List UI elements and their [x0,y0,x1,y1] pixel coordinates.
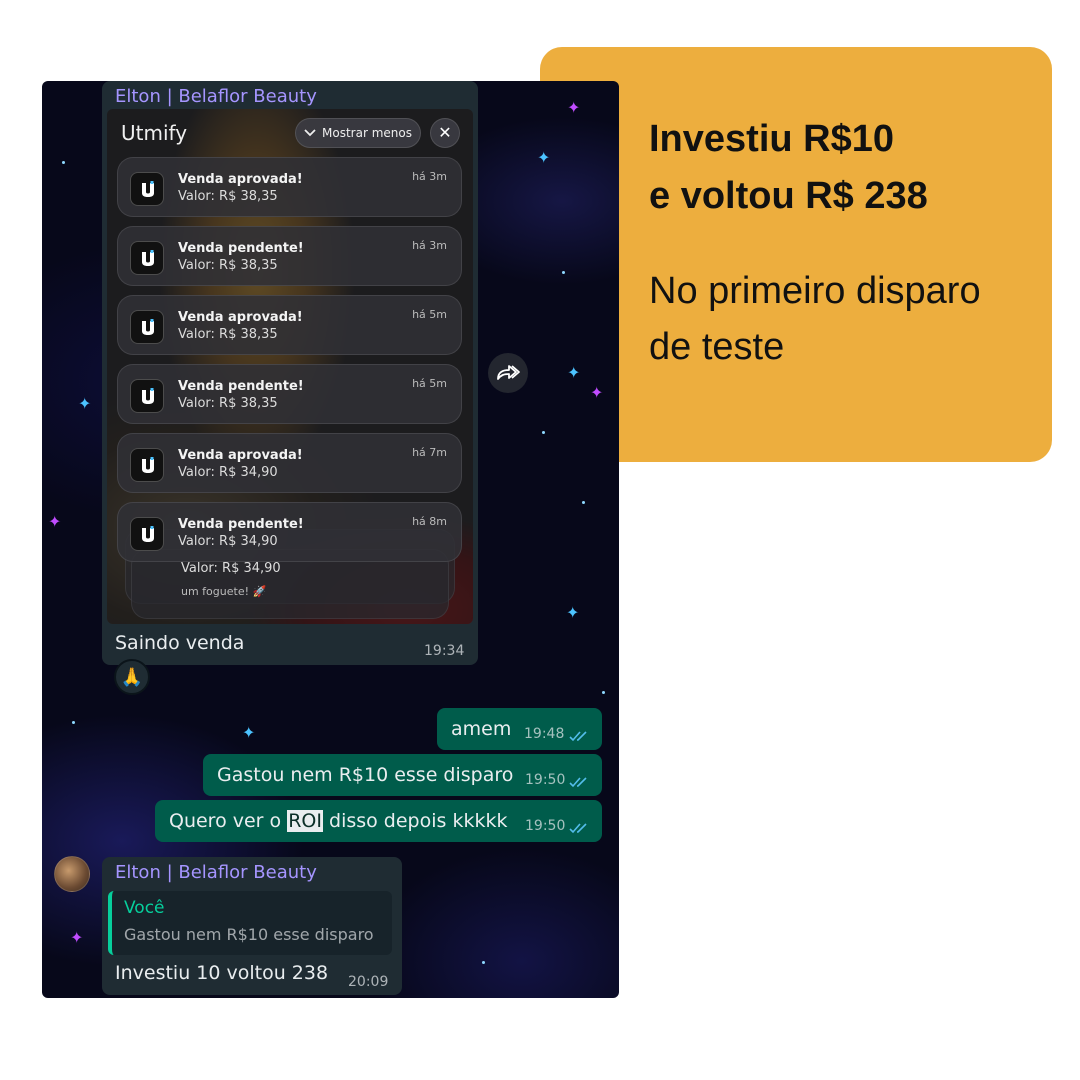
notification-card: Venda pendente! Valor: R$ 38,35 há 3m [117,226,462,286]
notification-value: Valor: R$ 38,35 [178,327,278,342]
star-dot [62,161,65,164]
stacked-snippet: um foguete! 🚀 [181,585,267,598]
double-check-icon [569,817,591,839]
double-check-icon [569,771,591,793]
quote-text: Gastou nem R$10 esse disparo [124,925,374,944]
utmify-logo-icon [130,241,164,275]
incoming-message-image[interactable]: Elton | Belaflor Beauty Utmify Mostrar m… [102,81,478,665]
message-text: Quero ver o ROI disso depois kkkkk [169,810,507,832]
notification-card: Venda pendente! Valor: R$ 38,35 há 5m [117,364,462,424]
incoming-message-reply[interactable]: Elton | Belaflor Beauty Você Gastou nem … [102,857,402,995]
quote-author: Você [124,898,165,918]
callout-sub-line2: de teste [649,326,785,368]
notification-time: há 5m [412,377,447,390]
notification-card: Venda aprovada! Valor: R$ 34,90 há 7m [117,433,462,493]
sparkle-icon: ✦ [567,100,581,117]
sender-name[interactable]: Elton | Belaflor Beauty [115,862,317,884]
sparkle-icon: ✦ [242,725,256,742]
utmify-logo-icon [130,310,164,344]
message-text: Investiu 10 voltou 238 [115,962,329,984]
notification-time: há 5m [412,308,447,321]
forward-icon [497,365,520,380]
message-caption: Saindo venda [115,632,245,654]
star-dot [542,431,545,434]
utmify-logo-icon [130,379,164,413]
notification-time: há 3m [412,239,447,252]
notification-value: Valor: R$ 34,90 [178,534,278,549]
message-text: Gastou nem R$10 esse disparo [217,764,514,786]
show-less-button: Mostrar menos [295,118,421,148]
outgoing-message[interactable]: Gastou nem R$10 esse disparo 19:50 [203,754,602,796]
message-time: 19:50 [525,772,566,788]
notification-title: Venda aprovada! [178,448,303,463]
callout-sub-line1: No primeiro disparo [649,270,981,312]
sparkle-icon: ✦ [78,396,92,413]
message-time: 19:48 [524,726,565,742]
message-text-part: disso depois kkkkk [322,810,508,832]
sparkle-icon: ✦ [566,605,580,622]
callout-headline-line2: e voltou R$ 238 [649,175,928,217]
selected-text-highlight: ROI [287,810,323,832]
utmify-logo-icon [130,517,164,551]
star-dot [72,721,75,724]
chevron-down-icon [304,126,316,140]
star-dot [482,961,485,964]
notification-time: há 3m [412,170,447,183]
sparkle-icon: ✦ [537,150,551,167]
stacked-value: Valor: R$ 34,90 [181,561,281,576]
message-text-part: Quero ver o [169,810,288,832]
notification-value: Valor: R$ 38,35 [178,258,278,273]
star-dot [562,271,565,274]
sparkle-icon: ✦ [567,365,581,382]
notification-card: Venda aprovada! Valor: R$ 38,35 há 3m [117,157,462,217]
forward-button[interactable] [488,353,528,393]
app-title: Utmify [121,121,188,145]
notification-time: há 8m [412,515,447,528]
notification-card: Venda pendente! Valor: R$ 34,90 há 8m [117,502,462,562]
message-time: 19:34 [424,643,465,659]
star-dot [582,501,585,504]
sparkle-icon: ✦ [70,930,84,947]
notification-title: Venda aprovada! [178,172,303,187]
notification-value: Valor: R$ 34,90 [178,465,278,480]
avatar[interactable] [54,856,90,892]
notification-card: Venda aprovada! Valor: R$ 38,35 há 5m [117,295,462,355]
notification-value: Valor: R$ 38,35 [178,396,278,411]
chat-screenshot: ✦ ✦ ✦ ✦ ✦ ✦ ✦ ✦ ✦ Elton | Belaflor Beaut… [42,81,619,998]
outgoing-message[interactable]: amem 19:48 [437,708,602,750]
pray-reaction-icon[interactable]: 🙏 [114,659,150,695]
notification-title: Venda pendente! [178,517,304,532]
notification-title: Venda pendente! [178,379,304,394]
utmify-logo-icon [130,172,164,206]
close-icon: ✕ [430,118,460,148]
star-dot [602,691,605,694]
callout-text: Investiu R$10 e voltou R$ 238 No primeir… [649,111,1039,375]
notification-value: Valor: R$ 38,35 [178,189,278,204]
double-check-icon [569,725,591,747]
notifications-screenshot-image[interactable]: Utmify Mostrar menos ✕ Valor: R$ 34,90 u… [107,109,473,624]
outgoing-message[interactable]: Quero ver o ROI disso depois kkkkk 19:50 [155,800,602,842]
message-time: 19:50 [525,818,566,834]
callout-headline-line1: Investiu R$10 [649,118,894,160]
utmify-logo-icon [130,448,164,482]
message-text: amem [451,718,512,740]
message-time: 20:09 [348,974,389,990]
show-less-label: Mostrar menos [322,126,412,140]
sparkle-icon: ✦ [48,514,62,531]
sparkle-icon: ✦ [590,385,604,402]
notification-title: Venda pendente! [178,241,304,256]
quoted-message[interactable]: Você Gastou nem R$10 esse disparo [108,891,392,955]
sender-name[interactable]: Elton | Belaflor Beauty [115,86,317,108]
notification-time: há 7m [412,446,447,459]
notification-title: Venda aprovada! [178,310,303,325]
